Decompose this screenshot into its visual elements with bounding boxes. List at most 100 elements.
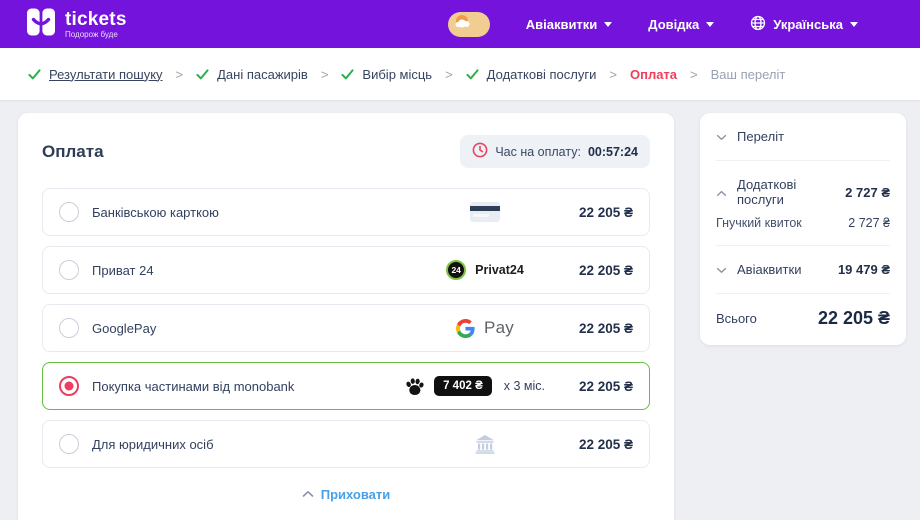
chevron-down-icon	[716, 129, 727, 144]
check-icon	[466, 68, 479, 79]
summary-section-extra-services[interactable]: Додаткові послуги 2 727 ₴	[716, 161, 890, 216]
breadcrumb-separator: >	[609, 66, 617, 82]
theme-toggle[interactable]	[447, 11, 490, 37]
breadcrumb-separator: >	[445, 66, 453, 82]
option-price: 22 205 ₴	[578, 378, 633, 394]
payment-option-label: GooglePay	[92, 320, 157, 336]
chevron-down-icon	[716, 262, 727, 277]
radio-button[interactable]	[59, 434, 79, 454]
breadcrumb-label: Ваш переліт	[710, 66, 786, 82]
chevron-down-icon	[706, 22, 715, 27]
sun-cloud-icon	[452, 13, 476, 36]
breadcrumb-separator: >	[690, 66, 698, 82]
breadcrumb-step-seat-selection[interactable]: Вибір місць	[341, 67, 432, 82]
breadcrumb-step-search-results[interactable]: Результати пошуку	[28, 67, 163, 82]
breadcrumb-step-extra-services[interactable]: Додаткові послуги	[466, 66, 597, 82]
breadcrumb-label: Оплата	[629, 66, 678, 82]
bank-building-icon	[474, 434, 496, 454]
monobank-paw-icon	[404, 377, 425, 396]
installment-term: х 3 міс.	[503, 379, 545, 393]
breadcrumb-label: Вибір місць	[362, 66, 433, 82]
payment-option-bank-card[interactable]: Банківською карткою 22 205 ₴	[42, 188, 650, 236]
payment-option-label: Для юридичних осіб	[92, 436, 214, 452]
brand-area: Pay	[419, 318, 551, 338]
breadcrumb-step-payment: Оплата	[630, 67, 677, 82]
timer-label: Час на оплату:	[495, 144, 581, 159]
chevron-up-icon	[716, 185, 727, 200]
summary-section-label: Авіаквитки	[737, 262, 802, 277]
summary-total-value: 22 205 ₴	[817, 308, 890, 328]
installment-amount-badge: 7 402 ₴	[434, 376, 492, 396]
nav-help-label: Довідка	[648, 16, 700, 32]
top-bar: tickets Подорож буде Авіаквитки Довідка …	[0, 0, 920, 48]
option-price: 22 205 ₴	[578, 204, 633, 220]
summary-total-label: Всього	[716, 311, 757, 326]
logo-name: tickets	[65, 8, 127, 30]
summary-section-label: Додаткові послуги	[737, 177, 797, 207]
collapse-options-link[interactable]: Приховати	[42, 485, 650, 503]
payment-option-right: 7 402 ₴ х 3 міс. 22 205 ₴	[404, 376, 633, 396]
summary-section-avia-tickets[interactable]: Авіаквитки 19 479 ₴	[716, 246, 890, 293]
order-summary-card: Переліт Додаткові послуги 2 727 ₴ Гнучки…	[700, 113, 906, 345]
payment-option-privat24[interactable]: Приват 24 24 Privat24 22 205 ₴	[42, 246, 650, 294]
google-g-icon	[456, 318, 475, 338]
radio-button[interactable]	[59, 260, 79, 280]
check-icon	[196, 68, 209, 79]
nav-avia-tickets[interactable]: Авіаквитки	[526, 17, 613, 32]
breadcrumb-label: Дані пасажирів	[217, 66, 308, 82]
summary-item-flexible-ticket: Гнучкий квиток 2 727 ₴	[716, 216, 890, 245]
breadcrumb-step-passenger-data[interactable]: Дані пасажирів	[196, 67, 308, 82]
payment-option-right: 22 205 ₴	[419, 202, 633, 222]
radio-button[interactable]	[59, 318, 79, 338]
payment-timer-badge: Час на оплату: 00:57:24	[460, 135, 650, 168]
payment-option-googlepay[interactable]: GooglePay Pay 22 205 ₴	[42, 304, 650, 352]
breadcrumb: Результати пошуку > Дані пасажирів > Виб…	[0, 48, 920, 100]
nav-language-label: Українська	[773, 16, 843, 32]
check-icon	[28, 68, 41, 79]
privat24-icon: 24	[446, 260, 467, 280]
check-icon	[341, 68, 354, 79]
summary-section-value: 19 479 ₴	[837, 262, 890, 277]
payment-option-legal-entities[interactable]: Для юридичних осіб 22 205 ₴	[42, 420, 650, 468]
radio-button-selected[interactable]	[59, 376, 79, 396]
chevron-down-icon	[604, 22, 613, 27]
clock-icon	[472, 142, 488, 161]
brand-area: 24 Privat24	[419, 260, 551, 280]
breadcrumb-label: Додаткові послуги	[486, 66, 597, 82]
nav-language[interactable]: Українська	[750, 15, 858, 34]
nav-help[interactable]: Довідка	[648, 16, 715, 32]
payment-card: Оплата Час на оплату: 00:57:24 Банківськ…	[18, 113, 674, 520]
page: tickets Подорож буде Авіаквитки Довідка …	[0, 0, 920, 520]
chevron-up-icon	[302, 485, 314, 503]
privat24-wordmark: Privat24	[475, 263, 524, 277]
breadcrumb-separator: >	[320, 66, 329, 82]
summary-item-value: 2 727 ₴	[848, 216, 890, 230]
payment-option-right: Pay 22 205 ₴	[419, 318, 633, 338]
summary-section-label: Переліт	[737, 129, 785, 144]
tickets-logo-icon	[26, 7, 56, 42]
option-price: 22 205 ₴	[578, 320, 633, 336]
radio-button[interactable]	[59, 202, 79, 222]
payment-option-label: Приват 24	[92, 262, 154, 278]
brand-area: 7 402 ₴ х 3 міс.	[404, 376, 551, 396]
chevron-down-icon	[850, 22, 858, 27]
breadcrumb-separator: >	[175, 66, 184, 82]
logo-tagline: Подорож буде	[65, 29, 118, 39]
payment-option-label: Покупка частинами від monobank	[92, 378, 295, 394]
logo[interactable]: tickets Подорож буде	[26, 7, 127, 42]
summary-section-flight[interactable]: Переліт	[716, 113, 890, 160]
option-price: 22 205 ₴	[578, 436, 633, 452]
payment-option-right: 22 205 ₴	[419, 434, 633, 454]
payment-option-monobank-installments[interactable]: Покупка частинами від monobank 7 402 ₴ х…	[42, 362, 650, 410]
summary-section-value: 2 727 ₴	[845, 184, 890, 200]
breadcrumb-step-your-flight: Ваш переліт	[711, 67, 786, 82]
summary-total-row: Всього 22 205 ₴	[716, 294, 890, 345]
brand-area	[419, 202, 551, 222]
timer-value: 00:57:24	[587, 144, 638, 159]
payment-card-header: Оплата Час на оплату: 00:57:24	[42, 135, 650, 168]
brand-area	[419, 434, 551, 454]
page-title: Оплата	[42, 141, 104, 161]
content: Оплата Час на оплату: 00:57:24 Банківськ…	[0, 100, 920, 520]
payment-option-label: Банківською карткою	[92, 204, 219, 220]
gpay-wordmark: Pay	[484, 318, 514, 337]
